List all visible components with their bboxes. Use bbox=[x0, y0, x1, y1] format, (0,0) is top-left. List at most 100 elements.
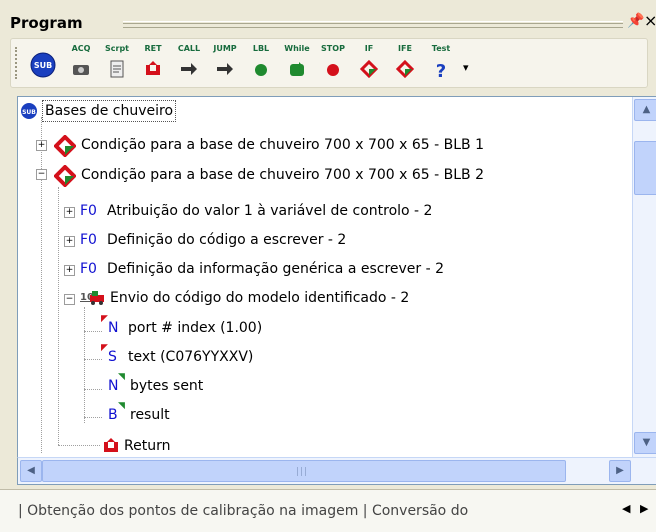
while-button[interactable]: While bbox=[279, 42, 315, 84]
test-question-icon: ? bbox=[436, 61, 446, 79]
jump-arrow-icon bbox=[217, 63, 233, 75]
string-type-icon: S bbox=[108, 349, 117, 365]
program-tree: SUB Bases de chuveiro + Condição para a … bbox=[17, 96, 656, 467]
tree-line bbox=[41, 117, 42, 453]
ife-button-label: IFE bbox=[398, 44, 412, 53]
boolean-type-icon: B bbox=[108, 407, 118, 423]
send-train-icon bbox=[90, 291, 104, 305]
tree-item-label: Atribuição do valor 1 à variável de cont… bbox=[107, 203, 433, 219]
function-tag-icon: F0 bbox=[80, 232, 97, 248]
horizontal-scroll-thumb[interactable]: ||| bbox=[42, 460, 566, 482]
tree-item-label: Condição para a base de chuveiro 700 x 7… bbox=[81, 167, 484, 183]
while-loop-icon bbox=[290, 62, 304, 76]
return-icon bbox=[146, 61, 160, 75]
tree-expander-minus[interactable]: − bbox=[36, 169, 47, 180]
if-diamond-icon bbox=[54, 165, 76, 187]
tree-expander-plus[interactable]: + bbox=[64, 265, 75, 276]
tab-prev-icon[interactable]: ◀ bbox=[622, 502, 630, 515]
output-flag-icon: ◥ bbox=[118, 372, 125, 382]
number-type-icon: N bbox=[108, 320, 119, 336]
output-flag-icon: ◥ bbox=[118, 401, 125, 411]
label-dot-icon bbox=[255, 64, 267, 76]
function-tag-icon: F0 bbox=[80, 203, 97, 219]
svg-text:SUB: SUB bbox=[34, 61, 52, 70]
tree-line bbox=[84, 307, 85, 423]
scroll-up-button[interactable]: ▲ bbox=[634, 99, 656, 121]
script-icon bbox=[110, 60, 124, 78]
panel-titlebar: Program 📌 × bbox=[0, 0, 656, 36]
script-button[interactable]: Scrpt bbox=[99, 42, 135, 84]
input-flag-icon: ◤ bbox=[101, 343, 108, 353]
close-icon[interactable]: × bbox=[644, 11, 656, 30]
svg-text:SUB: SUB bbox=[22, 109, 36, 116]
vertical-scrollbar[interactable]: ▲ ▼ bbox=[632, 97, 656, 466]
vertical-scroll-thumb[interactable] bbox=[634, 141, 656, 195]
camera-icon bbox=[73, 65, 89, 75]
test-button-label: Test bbox=[431, 44, 451, 53]
svg-text:?: ? bbox=[436, 61, 446, 79]
scroll-right-button[interactable]: ▶ bbox=[609, 460, 631, 482]
call-arrow-icon bbox=[181, 63, 197, 75]
panel-title: Program bbox=[10, 14, 83, 32]
script-button-label: Scrpt bbox=[105, 44, 129, 53]
if-button[interactable]: IF bbox=[351, 42, 387, 84]
tree-line bbox=[84, 359, 102, 360]
tree-item-label: bytes sent bbox=[130, 378, 204, 394]
tree-expander-plus[interactable]: + bbox=[64, 207, 75, 218]
tree-root-label: Bases de chuveiro bbox=[42, 100, 177, 122]
tab-next-icon[interactable]: ▶ bbox=[640, 502, 648, 515]
ife-diamond-icon bbox=[395, 59, 415, 79]
horizontal-scrollbar[interactable]: ◀ ||| ▶ bbox=[17, 457, 656, 485]
toolbar-grip[interactable] bbox=[15, 47, 21, 79]
tree-item-label: Definição da informação genérica a escre… bbox=[107, 261, 445, 277]
tree-line bbox=[58, 445, 100, 446]
ret-button-label: RET bbox=[144, 44, 162, 53]
tree-item-label: Condição para a base de chuveiro 700 x 7… bbox=[81, 137, 484, 153]
if-diamond-icon bbox=[54, 135, 76, 157]
scroll-down-button[interactable]: ▼ bbox=[634, 432, 656, 454]
sub-icon: SUB bbox=[21, 103, 37, 119]
ret-button[interactable]: RET bbox=[135, 42, 171, 84]
tree-line bbox=[58, 187, 59, 445]
tree-item-label: Envio do código do modelo identificado -… bbox=[110, 290, 410, 306]
titlebar-grip[interactable] bbox=[123, 21, 623, 28]
tree-item-label: Return bbox=[124, 438, 171, 454]
tree-line bbox=[84, 331, 102, 332]
lbl-button-label: LBL bbox=[252, 44, 270, 53]
tree-item-label: Definição do código a escrever - 2 bbox=[107, 232, 347, 248]
ife-button[interactable]: IFE bbox=[387, 42, 423, 84]
stop-button-label: STOP bbox=[321, 44, 345, 53]
return-icon bbox=[104, 438, 118, 452]
tree-item-label: result bbox=[130, 407, 170, 423]
stop-button[interactable]: STOP bbox=[315, 42, 351, 84]
tree-expander-plus[interactable]: + bbox=[64, 236, 75, 247]
jump-button[interactable]: JUMP bbox=[207, 42, 243, 84]
if-diamond-icon bbox=[359, 59, 379, 79]
number-type-icon: N bbox=[108, 378, 119, 394]
function-tag-icon: F0 bbox=[80, 261, 97, 277]
call-button[interactable]: CALL bbox=[171, 42, 207, 84]
tab-strip-labels[interactable]: | Obtenção dos pontos de calibração na i… bbox=[18, 503, 468, 519]
test-button[interactable]: Test ? bbox=[423, 42, 459, 84]
tree-expander-plus[interactable]: + bbox=[36, 140, 47, 151]
jump-button-label: JUMP bbox=[213, 44, 237, 53]
pin-icon[interactable]: 📌 bbox=[627, 13, 644, 29]
tree-item-label: text (C076YYXXV) bbox=[128, 349, 254, 365]
stop-icon bbox=[327, 64, 339, 76]
input-flag-icon: ◤ bbox=[101, 314, 108, 324]
sub-button[interactable]: SUB bbox=[25, 42, 61, 84]
tree-line bbox=[84, 417, 102, 418]
sub-icon: SUB bbox=[30, 52, 56, 78]
tree-expander-minus[interactable]: − bbox=[64, 294, 75, 305]
lbl-button[interactable]: LBL bbox=[243, 42, 279, 84]
while-button-label: While bbox=[284, 44, 310, 53]
document-tab-strip: | Obtenção dos pontos de calibração na i… bbox=[0, 489, 656, 532]
acq-button[interactable]: ACQ bbox=[63, 42, 99, 84]
scroll-left-button[interactable]: ◀ bbox=[20, 460, 42, 482]
call-button-label: CALL bbox=[177, 44, 201, 53]
toolbar: SUB ACQ Scrpt RET CALL JUMP LBL While ST… bbox=[10, 38, 648, 88]
if-button-label: IF bbox=[364, 44, 374, 53]
toolbar-overflow-chevron-icon[interactable]: ▾ bbox=[463, 61, 469, 74]
tree-item-label: port # index (1.00) bbox=[128, 320, 263, 336]
scroll-grip-icon: ||| bbox=[296, 467, 309, 477]
